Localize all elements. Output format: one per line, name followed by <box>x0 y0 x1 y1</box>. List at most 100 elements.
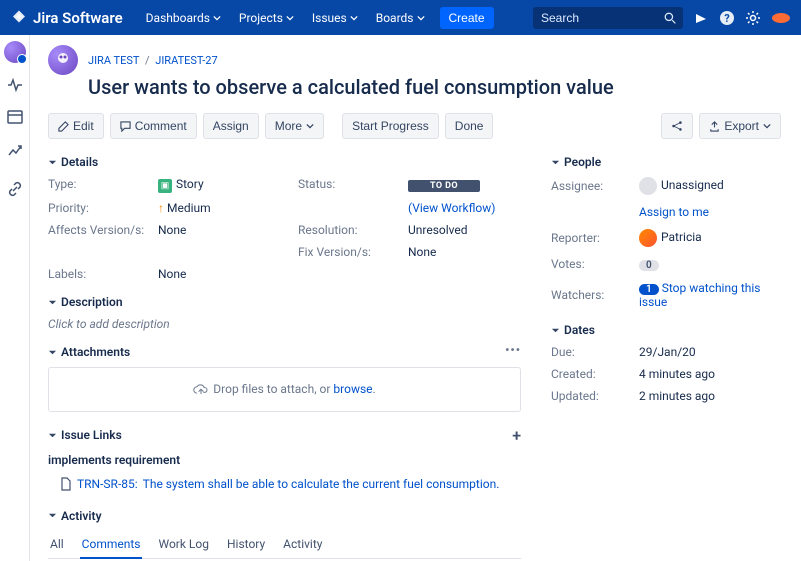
attachments-section: Attachments••• Drop files to attach, or … <box>48 345 521 412</box>
nav-boards[interactable]: Boards <box>367 0 434 35</box>
dates-section: Dates Due: 29/Jan/20 Created: 4 minutes … <box>551 323 781 403</box>
done-button[interactable]: Done <box>445 113 494 139</box>
tab-all[interactable]: All <box>48 531 66 558</box>
updated-value: 2 minutes ago <box>639 389 781 403</box>
chevron-down-icon <box>763 122 771 130</box>
nav-projects[interactable]: Projects <box>230 0 303 35</box>
twisty-icon <box>48 348 57 357</box>
priority-value: ↑Medium <box>158 201 288 215</box>
tab-worklog[interactable]: Work Log <box>156 531 210 558</box>
product-logo[interactable]: Jira Software <box>10 9 123 27</box>
assign-button[interactable]: Assign <box>203 113 259 139</box>
toolbar: Edit Comment Assign More Start Progress … <box>48 113 781 139</box>
labels-value: None <box>158 267 288 281</box>
description-header[interactable]: Description <box>48 295 521 309</box>
cloud-upload-icon <box>193 383 209 397</box>
help-icon[interactable]: ? <box>719 10 735 26</box>
main-content: JIRA TEST / JIRATEST-27 User wants to ob… <box>30 35 801 561</box>
people-section: People Assignee: Unassigned Assign to me… <box>551 155 781 309</box>
watchers-label: Watchers: <box>551 288 631 302</box>
settings-icon[interactable] <box>745 10 761 26</box>
assignee-label: Assignee: <box>551 179 631 193</box>
nav-issues[interactable]: Issues <box>303 0 367 35</box>
assign-to-me-link[interactable]: Assign to me <box>639 205 781 219</box>
tab-comments[interactable]: Comments <box>80 531 143 559</box>
chevron-down-icon <box>306 122 314 130</box>
issue-key-link[interactable]: JIRATEST-27 <box>155 54 217 67</box>
project-link[interactable]: JIRA TEST <box>88 54 139 67</box>
activity-tabs: All Comments Work Log History Activity <box>48 531 521 559</box>
due-label: Due: <box>551 345 631 359</box>
export-icon <box>709 121 720 132</box>
link-relation: implements requirement <box>48 453 521 467</box>
twisty-icon <box>551 326 560 335</box>
created-value: 4 minutes ago <box>639 367 781 381</box>
unassigned-avatar-icon <box>639 177 657 195</box>
affects-label: Affects Version/s: <box>48 223 148 237</box>
feedback-icon[interactable] <box>693 10 709 26</box>
issue-links-header[interactable]: Issue Links+ <box>48 426 521 445</box>
tab-history[interactable]: History <box>225 531 267 558</box>
activity-section: Activity All Comments Work Log History A… <box>48 509 521 561</box>
linked-issue[interactable]: TRN-SR-85: The system shall be able to c… <box>48 473 521 495</box>
start-progress-button[interactable]: Start Progress <box>342 113 439 139</box>
share-button[interactable] <box>661 113 693 139</box>
search-input[interactable] <box>533 7 683 29</box>
create-button[interactable]: Create <box>440 7 494 29</box>
tab-activity[interactable]: Activity <box>281 531 324 558</box>
people-header[interactable]: People <box>551 155 781 169</box>
fix-value: None <box>408 245 521 259</box>
more-button[interactable]: More <box>265 113 324 139</box>
reporter-value: Patricia <box>639 229 781 247</box>
type-label: Type: <box>48 177 148 193</box>
issue-links-section: Issue Links+ implements requirement TRN-… <box>48 426 521 495</box>
due-value: 29/Jan/20 <box>639 345 781 359</box>
pulse-icon[interactable] <box>5 75 25 95</box>
type-value: ▣Story <box>158 177 288 193</box>
chevron-down-icon <box>417 14 425 22</box>
attachments-dropzone[interactable]: Drop files to attach, or browse. <box>48 367 521 412</box>
comment-button[interactable]: Comment <box>110 113 197 139</box>
affects-value: None <box>158 223 288 237</box>
details-section: Details Type: ▣Story Status: TO DO Prior… <box>48 155 521 281</box>
board-icon[interactable] <box>5 107 25 127</box>
reporter-label: Reporter: <box>551 231 631 245</box>
project-avatar-lg[interactable] <box>48 45 78 75</box>
attachments-more-button[interactable]: ••• <box>505 343 521 357</box>
story-icon: ▣ <box>158 179 172 193</box>
attachments-header[interactable]: Attachments••• <box>48 345 521 359</box>
fix-label: Fix Version/s: <box>298 245 398 259</box>
watchers-value: 1 Stop watching this issue <box>639 281 781 309</box>
twisty-icon <box>48 298 57 307</box>
twisty-icon <box>48 431 57 440</box>
project-avatar[interactable] <box>4 41 26 63</box>
details-header[interactable]: Details <box>48 155 521 169</box>
share-icon <box>671 120 683 132</box>
product-name: Jira Software <box>33 9 123 27</box>
user-avatar-icon[interactable] <box>771 11 791 25</box>
nav-dashboards[interactable]: Dashboards <box>137 0 230 35</box>
labels-label: Labels: <box>48 267 148 281</box>
add-link-button[interactable]: + <box>512 426 521 445</box>
export-button[interactable]: Export <box>699 113 781 139</box>
status-value: TO DO <box>408 177 521 193</box>
dates-header[interactable]: Dates <box>551 323 781 337</box>
browse-link[interactable]: browse <box>333 382 372 396</box>
twisty-icon <box>48 511 57 520</box>
activity-header[interactable]: Activity <box>48 509 521 523</box>
priority-label: Priority: <box>48 201 148 215</box>
status-label: Status: <box>298 177 398 193</box>
link-icon[interactable] <box>5 179 25 199</box>
resolution-value: Unresolved <box>408 223 521 237</box>
description-placeholder[interactable]: Click to add description <box>48 317 521 331</box>
view-workflow-link[interactable]: (View Workflow) <box>408 201 521 215</box>
reports-icon[interactable] <box>5 139 25 159</box>
resolution-label: Resolution: <box>298 223 398 237</box>
alien-icon <box>54 51 72 69</box>
search-wrap <box>533 7 683 29</box>
breadcrumb: JIRA TEST / JIRATEST-27 <box>48 45 781 75</box>
page-icon <box>60 477 72 491</box>
edit-button[interactable]: Edit <box>48 113 104 139</box>
search-icon <box>664 12 677 25</box>
updated-label: Updated: <box>551 389 631 403</box>
